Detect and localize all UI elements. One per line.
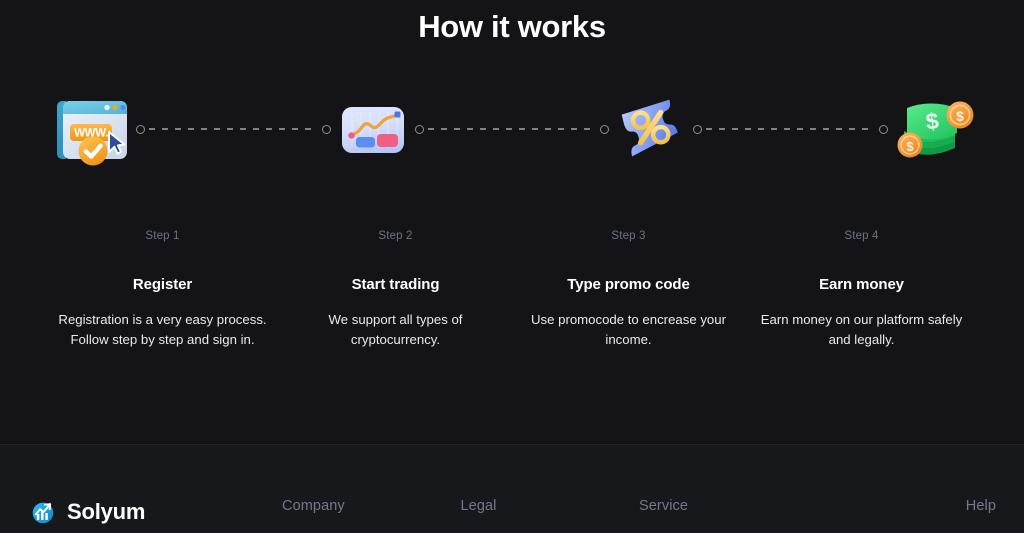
step-4-kicker: Step 4 (844, 230, 879, 242)
step-2-icon-slot (325, 81, 421, 177)
step-3-icon-slot (603, 81, 699, 177)
step-2-title: Start trading (351, 276, 440, 293)
step-2-column: Step 2 Start trading We support all type… (279, 230, 512, 350)
footer-column-service: Service Pricing (639, 497, 818, 533)
footer-brand[interactable]: Solyum (28, 497, 282, 527)
promo-ticket-percent-icon (603, 81, 699, 177)
site-footer: Solyum Company About us Legal Terms Serv… (0, 444, 1024, 533)
step-1-title: Register (132, 276, 193, 293)
footer-heading-service[interactable]: Service (639, 498, 688, 514)
step-4-description: Earn money on our platform safely and le… (760, 312, 963, 348)
connector-dashed-line (427, 128, 597, 130)
step-3-title: Type promo code (567, 276, 690, 293)
brand-name: Solyum (67, 499, 146, 524)
footer-heading-legal[interactable]: Legal (461, 498, 497, 514)
cash-stack-coins-icon: $ $ $ (882, 81, 978, 177)
step-4-title: Earn money (819, 276, 904, 293)
step-2-kicker: Step 2 (378, 230, 413, 242)
connector-dot-start (414, 124, 424, 134)
footer-heading-company[interactable]: Company (282, 498, 345, 514)
step-3-column: Step 3 Type promo code Use promocode to … (512, 230, 745, 350)
step-4-column: Step 4 Earn money Earn money on our plat… (745, 230, 978, 350)
connector-3 (693, 122, 889, 136)
step-1-description: Registration is a very easy process. Fol… (58, 312, 267, 348)
connector-dashed-line (149, 128, 318, 130)
step-4-icon-slot: $ $ $ (882, 81, 978, 177)
footer-column-legal: Legal Terms (461, 497, 640, 533)
footer-heading-help[interactable]: Help (966, 498, 996, 514)
browser-www-check-icon: WWW. (46, 81, 142, 177)
footer-column-help: Help FAQ (818, 497, 997, 533)
solyum-chart-logo-icon (28, 497, 58, 527)
footer-column-company: Company About us (282, 497, 461, 533)
connector-2 (414, 122, 610, 136)
how-it-works-page: How it works WWW. $ $ $ Step 1 Register … (0, 0, 1024, 533)
connector-1 (136, 122, 331, 136)
connector-dot-start (136, 124, 145, 134)
step-1-icon-slot: WWW. (46, 81, 142, 177)
step-2-description: We support all types of cryptocurrency. (328, 312, 463, 348)
step-3-description: Use promocode to encrease your income. (531, 312, 726, 348)
page-title: How it works (418, 9, 606, 44)
step-1-kicker: Step 1 (145, 230, 180, 242)
svg-text:$: $ (956, 108, 964, 124)
connector-dashed-line (706, 128, 876, 130)
step-3-kicker: Step 3 (611, 230, 646, 242)
footer-inner: Solyum Company About us Legal Terms Serv… (0, 445, 1024, 533)
steps-text-row: Step 1 Register Registration is a very e… (0, 230, 1024, 350)
trading-chart-card-icon (325, 81, 421, 177)
step-1-column: Step 1 Register Registration is a very e… (46, 230, 279, 350)
svg-text:$: $ (906, 139, 914, 154)
steps-icon-row: WWW. $ $ $ (0, 81, 1024, 177)
connector-dot-start (693, 124, 703, 134)
